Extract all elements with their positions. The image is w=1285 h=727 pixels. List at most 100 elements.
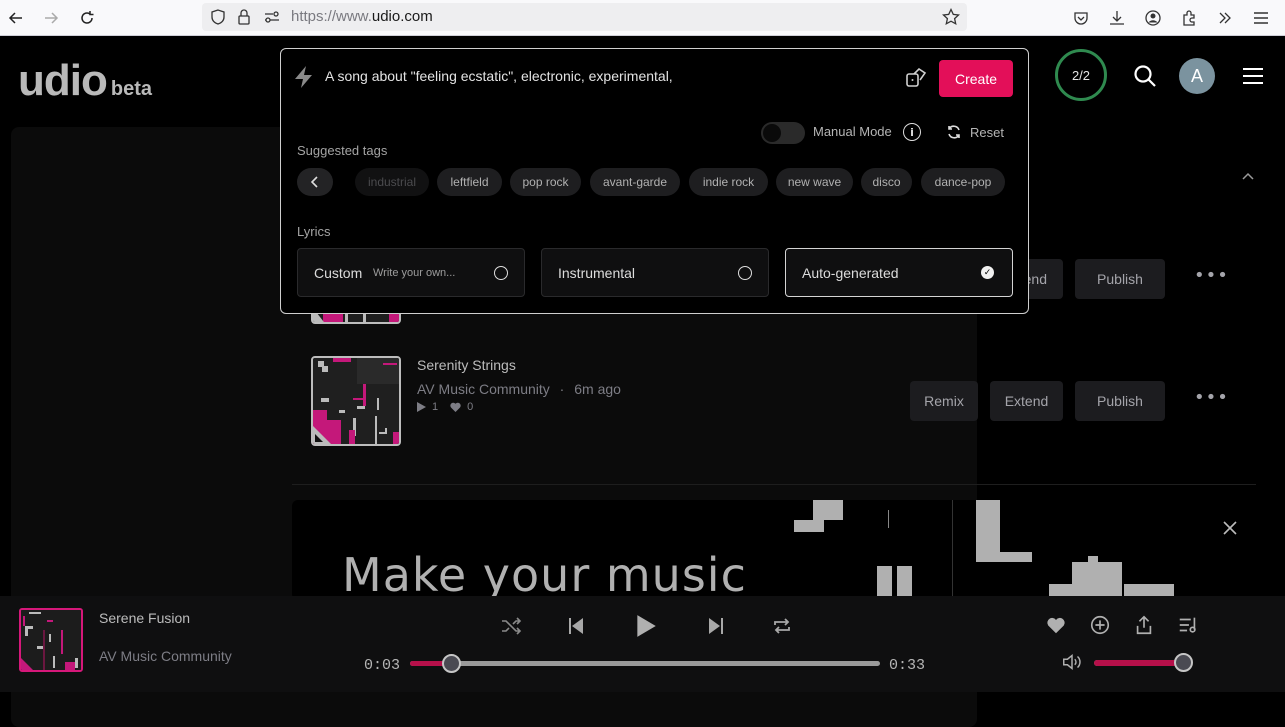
reload-button[interactable] [73, 4, 101, 32]
back-button[interactable] [2, 4, 30, 32]
volume-slider[interactable] [1094, 660, 1186, 666]
add-to-playlist-icon[interactable] [1089, 614, 1111, 636]
previous-track-icon[interactable] [564, 614, 588, 638]
tag-chip[interactable]: industrial [355, 168, 429, 196]
lock-icon [233, 6, 255, 28]
forward-button[interactable] [37, 4, 65, 32]
tag-chip[interactable]: new wave [776, 168, 853, 196]
reset-button[interactable]: Reset [946, 124, 1004, 140]
song-age: 6m ago [574, 381, 621, 397]
promo-banner: Make your music [292, 500, 1256, 600]
duration: 0:33 [889, 657, 926, 674]
suggested-tags-label: Suggested tags [297, 143, 388, 158]
beta-badge: beta [110, 78, 152, 100]
divider [292, 484, 1256, 485]
lyrics-label: Lyrics [297, 224, 331, 239]
current-time: 0:03 [364, 657, 401, 674]
shuffle-icon[interactable] [499, 614, 523, 638]
extend-button[interactable]: Extend [990, 381, 1063, 421]
info-icon[interactable]: i [903, 123, 921, 141]
banner-artwork [794, 500, 1174, 600]
manual-mode-toggle[interactable] [761, 122, 805, 144]
lightning-icon [295, 66, 312, 88]
more-options-icon[interactable]: ••• [1194, 265, 1229, 286]
hamburger-menu-icon[interactable] [1242, 66, 1264, 86]
overflow-chevrons-icon[interactable] [1213, 6, 1237, 30]
tag-chip[interactable]: dance-pop [921, 168, 1005, 196]
reload-icon [81, 11, 94, 24]
credits-indicator[interactable]: 2/2 [1055, 49, 1107, 101]
tag-chip[interactable]: leftfield [437, 168, 502, 196]
now-playing-cover-art[interactable] [19, 608, 83, 672]
arrow-right-icon [45, 12, 59, 24]
create-song-popover: A song about "feeling ecstatic", electro… [280, 48, 1029, 314]
manual-mode-label: Manual Mode [813, 124, 892, 139]
avatar[interactable]: A [1179, 58, 1215, 94]
song-title[interactable]: Serenity Strings [417, 357, 516, 373]
player-bar: Serene Fusion AV Music Community 0:03 0:… [0, 596, 1285, 692]
like-count-icon [450, 402, 461, 412]
tag-chip[interactable]: indie rock [689, 168, 768, 196]
play-count-icon [417, 402, 426, 412]
share-icon[interactable] [1133, 614, 1155, 636]
song-cover-art[interactable] [311, 356, 401, 446]
radio-checked-icon: ✓ [981, 266, 994, 279]
like-heart-icon[interactable] [1045, 614, 1067, 636]
browser-toolbar: https://www.udio.com [0, 0, 1285, 36]
lyrics-option-instrumental[interactable]: Instrumental [541, 248, 769, 297]
tag-chip[interactable]: avant-garde [590, 168, 680, 196]
custom-lyrics-placeholder[interactable]: Write your own... [373, 267, 455, 279]
volume-fill [1094, 660, 1185, 666]
address-bar[interactable]: https://www.udio.com [202, 3, 967, 31]
now-playing-artist[interactable]: AV Music Community [99, 648, 232, 664]
reset-icon [948, 125, 960, 139]
tag-chip[interactable]: disco [861, 168, 912, 196]
banner-headline: Make your music [342, 548, 747, 600]
search-icon[interactable] [1133, 64, 1157, 88]
url-text[interactable]: https://www.udio.com [291, 8, 433, 25]
play-count: 1 [432, 401, 439, 413]
publish-button[interactable]: Publish [1075, 259, 1165, 299]
publish-button[interactable]: Publish [1075, 381, 1165, 421]
extensions-icon[interactable] [1177, 6, 1201, 30]
site-settings-icon[interactable] [261, 6, 283, 28]
bookmark-star-icon[interactable] [940, 6, 962, 28]
volume-handle[interactable] [1174, 653, 1194, 672]
queue-icon[interactable] [1177, 614, 1199, 636]
browser-menu-icon[interactable] [1249, 6, 1273, 30]
cover-art-image [21, 610, 81, 670]
lyrics-option-auto-generated[interactable]: Auto-generated ✓ [785, 248, 1013, 297]
like-count: 0 [467, 401, 474, 413]
repeat-icon[interactable] [770, 614, 794, 638]
song-artist[interactable]: AV Music Community [417, 381, 550, 397]
tag-chip[interactable]: pop rock [510, 168, 581, 196]
prompt-input[interactable]: A song about "feeling ecstatic", electro… [325, 68, 673, 84]
shield-icon [207, 6, 229, 28]
create-button[interactable]: Create [939, 60, 1013, 97]
volume-icon[interactable] [1061, 651, 1083, 673]
song-meta: AV Music Community · 6m ago [417, 381, 621, 397]
tags-scroll-left-button[interactable] [297, 168, 333, 196]
next-track-icon[interactable] [704, 614, 728, 638]
song-stats: 1 0 [417, 401, 473, 413]
udio-app: udiobeta Discover My Creations Liked Son… [0, 36, 1285, 727]
account-icon[interactable] [1141, 6, 1165, 30]
progress-handle[interactable] [442, 654, 462, 673]
chevron-left-icon [311, 176, 318, 188]
collapse-chevron-up-icon[interactable] [1242, 172, 1254, 180]
downloads-icon[interactable] [1105, 6, 1129, 30]
radio-unchecked-icon [738, 266, 752, 280]
random-prompt-dice-icon[interactable] [905, 66, 927, 88]
progress-slider[interactable] [410, 661, 880, 666]
close-banner-icon[interactable] [1222, 520, 1238, 536]
pocket-icon[interactable] [1069, 6, 1093, 30]
more-options-icon[interactable]: ••• [1194, 387, 1229, 408]
remix-button[interactable]: Remix [910, 381, 978, 421]
play-icon[interactable] [633, 613, 659, 639]
radio-unchecked-icon [494, 266, 508, 280]
now-playing-title[interactable]: Serene Fusion [99, 610, 190, 626]
lyrics-option-custom[interactable]: Custom Write your own... [297, 248, 525, 297]
udio-logo[interactable]: udio beta [18, 56, 152, 106]
arrow-left-icon [8, 12, 22, 24]
cover-art-image [313, 358, 399, 444]
